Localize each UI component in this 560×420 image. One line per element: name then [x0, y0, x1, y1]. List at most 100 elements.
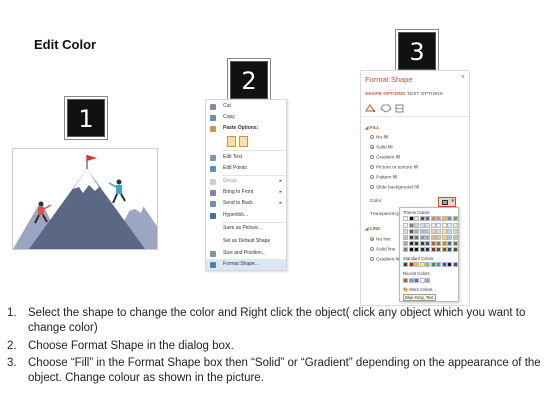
fill-section-header[interactable]: ◢ FILL	[365, 125, 380, 131]
line-section-header[interactable]: ◢ LINE	[365, 226, 380, 232]
theme-color-swatch[interactable]	[425, 229, 430, 234]
theme-color-swatch[interactable]	[425, 247, 430, 252]
theme-color-swatch[interactable]	[452, 216, 458, 221]
theme-color-swatch[interactable]	[419, 229, 425, 234]
theme-color-swatch[interactable]	[441, 241, 447, 246]
theme-color-swatch[interactable]	[408, 216, 414, 221]
mountain-illustration[interactable]	[12, 148, 158, 250]
theme-color-swatch[interactable]	[447, 235, 452, 240]
theme-color-swatch[interactable]	[408, 235, 414, 240]
radio-no-line[interactable]: No line	[370, 237, 391, 242]
theme-color-swatch[interactable]	[403, 241, 408, 246]
radio-no-fill[interactable]: No fill	[370, 135, 388, 140]
theme-color-swatch[interactable]	[436, 229, 441, 234]
theme-color-swatch[interactable]	[447, 216, 452, 221]
theme-color-swatch[interactable]	[414, 216, 419, 221]
theme-color-swatch[interactable]	[414, 241, 419, 246]
standard-color-swatch[interactable]	[430, 262, 436, 267]
standard-color-swatch[interactable]	[436, 262, 441, 267]
theme-color-swatch[interactable]	[419, 223, 425, 228]
standard-color-swatch[interactable]	[425, 262, 430, 267]
menu-item-group[interactable]: Group ▸	[206, 176, 286, 187]
standard-color-swatch[interactable]	[403, 262, 408, 267]
theme-color-swatch[interactable]	[414, 235, 419, 240]
menu-item-cut[interactable]: Cut	[206, 101, 286, 112]
menu-item-set-default-shape[interactable]: Set as Default Shape	[206, 236, 286, 247]
menu-item-send-to-back[interactable]: Send to Back ▸	[206, 198, 286, 209]
theme-color-swatch[interactable]	[447, 247, 452, 252]
radio-solid-line[interactable]: Solid line	[370, 247, 395, 252]
effects-icon[interactable]	[380, 104, 392, 113]
standard-color-swatch[interactable]	[447, 262, 452, 267]
recent-color-swatch[interactable]	[425, 278, 430, 283]
theme-color-swatch[interactable]	[419, 235, 425, 240]
theme-color-swatch[interactable]	[441, 216, 447, 221]
menu-item-save-as-picture[interactable]: Save as Picture...	[206, 223, 286, 234]
theme-color-swatch[interactable]	[447, 229, 452, 234]
standard-color-swatch[interactable]	[452, 262, 458, 267]
more-colors-item[interactable]: 🎨 More Colors...	[403, 287, 436, 293]
size-properties-icon[interactable]	[395, 104, 404, 113]
theme-color-swatch[interactable]	[430, 229, 436, 234]
theme-color-swatch[interactable]	[419, 247, 425, 252]
menu-item-edit-text[interactable]: Edit Text	[206, 152, 286, 163]
theme-color-swatch[interactable]	[408, 223, 414, 228]
standard-color-swatch[interactable]	[408, 262, 414, 267]
theme-color-swatch[interactable]	[408, 229, 414, 234]
standard-color-swatch[interactable]	[419, 262, 425, 267]
menu-item-format-shape[interactable]: Format Shape...	[206, 259, 286, 270]
theme-color-swatch[interactable]	[403, 229, 408, 234]
paste-keep-icon[interactable]	[227, 136, 236, 147]
theme-color-swatch[interactable]	[419, 216, 425, 221]
theme-color-swatch[interactable]	[436, 241, 441, 246]
theme-color-swatch[interactable]	[408, 241, 414, 246]
theme-color-swatch[interactable]	[403, 216, 408, 221]
fill-line-icon[interactable]	[365, 104, 376, 113]
paste-picture-icon[interactable]	[239, 136, 248, 147]
theme-color-swatch[interactable]	[403, 235, 408, 240]
theme-color-swatch[interactable]	[414, 223, 419, 228]
theme-color-swatch[interactable]	[425, 241, 430, 246]
theme-color-swatch[interactable]	[452, 223, 458, 228]
theme-color-swatch[interactable]	[414, 229, 419, 234]
theme-color-swatch[interactable]	[414, 247, 419, 252]
theme-color-swatch[interactable]	[441, 247, 447, 252]
theme-color-swatch[interactable]	[430, 247, 436, 252]
theme-color-swatch[interactable]	[403, 223, 408, 228]
menu-item-size-and-position[interactable]: Size and Position...	[206, 248, 286, 259]
recent-color-swatch[interactable]	[408, 278, 414, 283]
paste-option-buttons[interactable]	[227, 136, 257, 148]
menu-item-bring-to-front[interactable]: Bring to Front ▸	[206, 187, 286, 198]
theme-color-swatch[interactable]	[452, 229, 458, 234]
theme-color-swatch[interactable]	[436, 247, 441, 252]
radio-solid-fill[interactable]: Solid fill	[370, 145, 393, 150]
theme-color-swatch[interactable]	[436, 223, 441, 228]
theme-color-swatch[interactable]	[408, 247, 414, 252]
recent-color-swatch[interactable]	[419, 278, 425, 283]
menu-item-edit-points[interactable]: Edit Points	[206, 163, 286, 174]
radio-pattern-fill[interactable]: Pattern fill	[370, 175, 397, 180]
standard-color-swatch[interactable]	[441, 262, 447, 267]
menu-item-hyperlink[interactable]: Hyperlink...	[206, 210, 286, 221]
tab-shape-options[interactable]: SHAPE OPTIONS	[365, 91, 405, 96]
theme-color-swatch[interactable]	[447, 223, 452, 228]
theme-color-swatch[interactable]	[441, 229, 447, 234]
theme-color-swatch[interactable]	[419, 241, 425, 246]
theme-color-swatch[interactable]	[436, 235, 441, 240]
fill-color-button[interactable]: ▾	[438, 197, 456, 207]
close-icon[interactable]: ×	[461, 74, 465, 81]
theme-color-swatch[interactable]	[430, 241, 436, 246]
theme-color-swatch[interactable]	[425, 223, 430, 228]
theme-color-swatch[interactable]	[403, 247, 408, 252]
theme-color-swatch[interactable]	[452, 247, 458, 252]
theme-color-swatch[interactable]	[441, 223, 447, 228]
theme-color-swatch[interactable]	[430, 216, 436, 221]
theme-color-swatch[interactable]	[452, 235, 458, 240]
theme-color-swatch[interactable]	[425, 216, 430, 221]
tab-text-options[interactable]: TEXT OPTIONS	[407, 91, 443, 96]
theme-color-swatch[interactable]	[441, 235, 447, 240]
theme-color-swatch[interactable]	[430, 223, 436, 228]
theme-color-swatch[interactable]	[425, 235, 430, 240]
theme-color-swatch[interactable]	[447, 241, 452, 246]
menu-item-copy[interactable]: Copy	[206, 112, 286, 123]
